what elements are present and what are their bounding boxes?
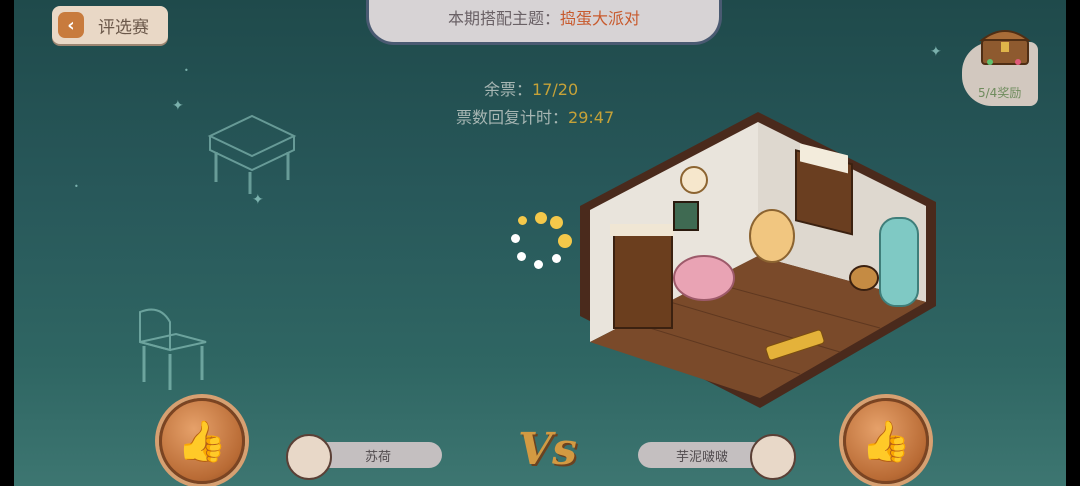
player-right-label: 芋泥啵啵: [675, 449, 728, 465]
game-stage: ✦ ✦ ✦ ✦ • • ‹ 评选赛 本期搭配主题： 捣蛋大派对 余票：17/20…: [14, 0, 1066, 486]
tickets-remaining-value: 17/20: [532, 80, 579, 99]
thumbs-up-icon: 👍: [861, 418, 911, 465]
constellation-chair-icon: [139, 308, 207, 390]
room-preview: [580, 112, 936, 408]
sparkle-icon: ✦: [930, 44, 942, 60]
vote-right-button[interactable]: 👍: [843, 398, 929, 484]
tickets-remaining-label: 余票：: [484, 80, 533, 99]
versus-emblem: Vs: [518, 424, 577, 475]
sparkle-icon: ✦: [172, 98, 184, 114]
player-left-avatar: [286, 434, 332, 480]
constellation-table-icon: [207, 114, 297, 194]
reward-label: 5/4奖励: [978, 86, 1022, 100]
back-arrow-icon: ‹: [58, 12, 84, 38]
tickets-remaining: 余票：17/20: [484, 76, 578, 100]
player-right-avatar: [750, 434, 796, 480]
vote-left-button[interactable]: 👍: [159, 398, 245, 484]
player-left-label: 苏荷: [364, 449, 391, 465]
player-right-name: 芋泥啵啵: [638, 442, 766, 468]
sparkle-icon: •: [184, 66, 189, 75]
player-left-name: 苏荷: [314, 442, 442, 468]
ticket-timer-label: 票数回复计时：: [456, 108, 569, 127]
thumbs-up-icon: 👍: [177, 418, 227, 465]
theme-prefix: 本期搭配主题：: [447, 9, 560, 28]
sparkle-icon: •: [74, 182, 79, 191]
theme-banner: 本期搭配主题： 捣蛋大派对: [366, 0, 722, 45]
back-button[interactable]: ‹ 评选赛: [52, 6, 168, 44]
treasure-chest-icon[interactable]: [978, 22, 1032, 66]
back-button-label: 评选赛: [98, 17, 149, 38]
theme-value: 捣蛋大派对: [560, 9, 641, 28]
